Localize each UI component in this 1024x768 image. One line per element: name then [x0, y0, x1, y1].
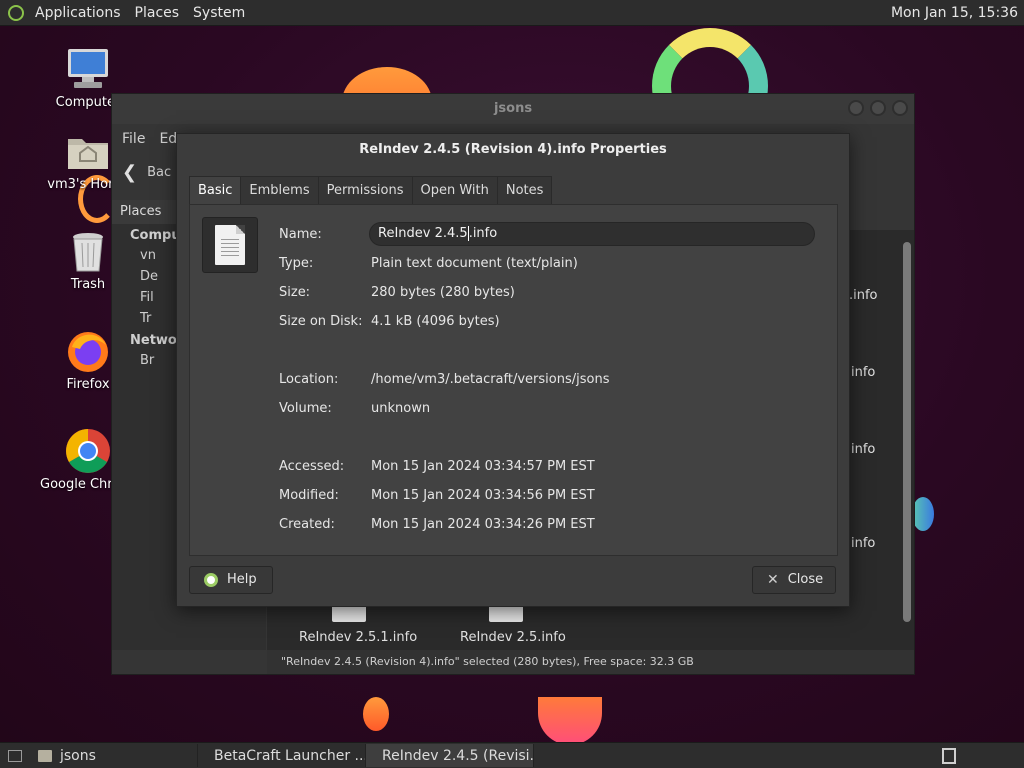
text-file-icon	[489, 606, 523, 622]
modified-value: Mon 15 Jan 2024 03:34:56 PM EST	[371, 488, 595, 503]
vertical-scrollbar[interactable]	[902, 234, 912, 646]
chrome-icon	[64, 427, 112, 475]
close-icon: ✕	[767, 572, 779, 588]
status-bar: "ReIndev 2.4.5 (Revision 4).info" select…	[267, 650, 914, 674]
file-type-icon[interactable]	[202, 217, 258, 273]
menu-file[interactable]: File	[122, 131, 145, 147]
taskbar-item-betacraft[interactable]: BetaCraft Launcher ...	[198, 744, 366, 767]
location-label: Location:	[279, 372, 339, 387]
menu-places[interactable]: Places	[128, 5, 187, 21]
size-value: 280 bytes (280 bytes)	[371, 285, 515, 300]
name-field-text-before-caret: ReIndev 2.4.5	[378, 226, 468, 241]
file-item-label: ReIndev 2.5.info	[460, 630, 566, 645]
folder-icon	[38, 749, 52, 762]
show-desktop-icon[interactable]	[8, 749, 22, 762]
file-item[interactable]: info	[851, 442, 875, 457]
file-item-label: info	[851, 442, 876, 457]
modified-label: Modified:	[279, 488, 339, 503]
name-label: Name:	[279, 227, 322, 242]
dialog-title[interactable]: ReIndev 2.4.5 (Revision 4).info Properti…	[177, 134, 849, 166]
file-item-label: ReIndev 2.5.1.info	[299, 630, 418, 645]
file-item-label: .info	[849, 288, 878, 303]
file-manager-titlebar[interactable]: jsons	[112, 94, 914, 124]
distro-logo-icon[interactable]	[8, 4, 24, 21]
name-field-text-after-caret: .info	[468, 226, 498, 241]
maximize-button[interactable]	[870, 100, 886, 116]
text-document-icon	[215, 225, 245, 265]
volume-value: unknown	[371, 401, 431, 416]
tab-notes[interactable]: Notes	[496, 176, 553, 206]
close-button-label: Close	[787, 572, 824, 587]
taskbar-item-label: ReIndev 2.4.5 (Revisi...	[382, 747, 534, 764]
menu-edit[interactable]: Ed	[159, 131, 177, 147]
trash-icon	[64, 227, 112, 275]
file-item-label: info	[851, 365, 876, 380]
file-item-label: info	[851, 536, 876, 551]
tab-bar: Basic Emblems Permissions Open With Note…	[189, 176, 553, 206]
created-value: Mon 15 Jan 2024 03:34:26 PM EST	[371, 517, 595, 532]
home-folder-icon	[64, 127, 112, 175]
location-value: /home/vm3/.betacraft/versions/jsons	[371, 372, 610, 387]
accessed-value: Mon 15 Jan 2024 03:34:57 PM EST	[371, 459, 595, 474]
workspace-switcher-icon[interactable]	[942, 747, 956, 764]
accessed-label: Accessed:	[279, 459, 345, 474]
wallpaper-small-orange-shape	[363, 697, 389, 731]
menu-applications[interactable]: Applications	[28, 5, 128, 21]
text-file-icon	[332, 606, 366, 622]
file-item[interactable]: ReIndev 2.5.1.info	[299, 630, 417, 645]
name-field[interactable]: ReIndev 2.4.5.info	[369, 222, 815, 246]
size-label: Size:	[279, 285, 311, 300]
file-manager-title: jsons	[493, 101, 533, 116]
size-on-disk-label: Size on Disk:	[279, 314, 363, 329]
type-value: Plain text document (text/plain)	[371, 256, 578, 271]
panel-clock[interactable]: Mon Jan 15, 15:36	[891, 5, 1024, 21]
properties-dialog: ReIndev 2.4.5 (Revision 4).info Properti…	[176, 133, 850, 607]
file-item[interactable]: info	[851, 365, 875, 380]
file-item[interactable]: ReIndev 2.5.info	[460, 630, 566, 645]
size-on-disk-value: 4.1 kB (4096 bytes)	[371, 314, 500, 329]
tab-emblems[interactable]: Emblems	[240, 176, 319, 206]
firefox-icon	[64, 327, 112, 375]
volume-label: Volume:	[279, 401, 332, 416]
help-button-label: Help	[227, 572, 257, 587]
help-lifebuoy-icon	[204, 573, 218, 587]
back-button-label[interactable]: Bac	[147, 165, 171, 180]
close-button[interactable]: ✕ Close	[752, 566, 836, 594]
back-arrow-icon[interactable]: ❮	[122, 162, 137, 183]
wallpaper-blue-shape	[912, 497, 934, 531]
taskbar-item-label: BetaCraft Launcher ...	[214, 747, 366, 764]
top-panel: Applications Places System Mon Jan 15, 1…	[0, 0, 1024, 26]
tab-permissions[interactable]: Permissions	[317, 176, 413, 206]
help-button[interactable]: Help	[189, 566, 273, 594]
close-window-button[interactable]	[892, 100, 908, 116]
wallpaper-pink-shape	[538, 697, 602, 743]
basic-tab-pane: Name: ReIndev 2.4.5.info Type: Plain tex…	[189, 204, 838, 556]
taskbar-item-label: jsons	[60, 747, 96, 764]
taskbar-item-jsons[interactable]: jsons	[30, 744, 198, 767]
file-item[interactable]: info	[851, 536, 875, 551]
menu-system[interactable]: System	[186, 5, 252, 21]
minimize-button[interactable]	[848, 100, 864, 116]
created-label: Created:	[279, 517, 335, 532]
type-label: Type:	[279, 256, 314, 271]
computer-icon	[64, 45, 112, 93]
tab-open-with[interactable]: Open With	[411, 176, 498, 206]
scrollbar-thumb[interactable]	[903, 242, 911, 622]
taskbar-item-properties[interactable]: ReIndev 2.4.5 (Revisi...	[366, 744, 534, 767]
bottom-panel-taskbar: jsons BetaCraft Launcher ... ReIndev 2.4…	[0, 742, 1024, 768]
file-item[interactable]: .info	[849, 288, 878, 303]
tab-basic[interactable]: Basic	[189, 176, 242, 206]
